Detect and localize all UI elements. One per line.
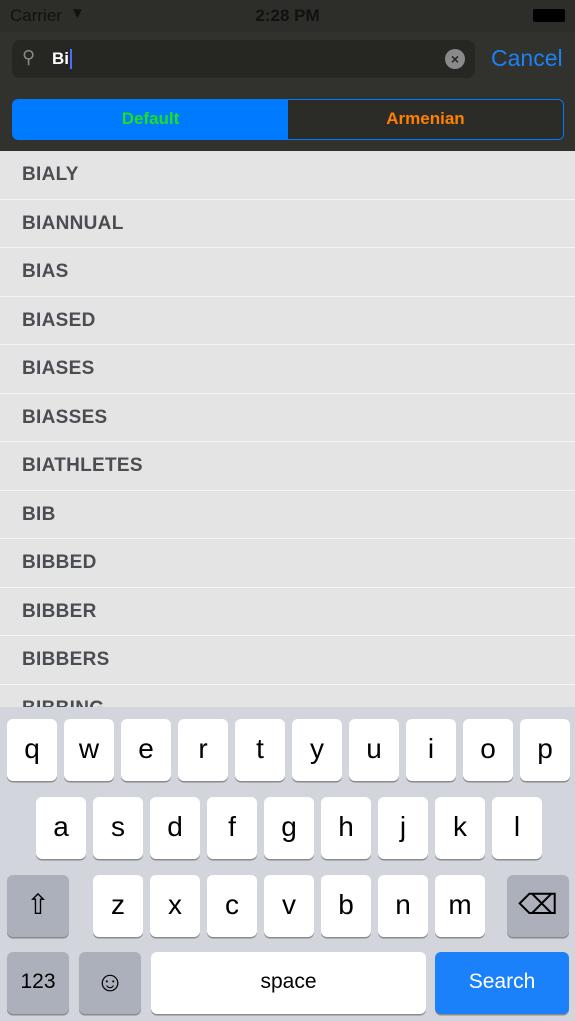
list-item[interactable]: BIBBING xyxy=(0,685,575,709)
key-b[interactable]: b xyxy=(321,875,371,937)
shift-key[interactable]: ⇧ xyxy=(7,875,69,937)
key-w[interactable]: w xyxy=(64,719,114,781)
list-item[interactable]: BIALY xyxy=(0,151,575,200)
key-r[interactable]: r xyxy=(178,719,228,781)
key-t[interactable]: t xyxy=(235,719,285,781)
key-f[interactable]: f xyxy=(207,797,257,859)
status-bar: Carrier ▼ 2:28 PM xyxy=(0,0,575,32)
key-o[interactable]: o xyxy=(463,719,513,781)
key-h[interactable]: h xyxy=(321,797,371,859)
header: Carrier ▼ 2:28 PM ⚲ Bi × Cancel Default … xyxy=(0,0,575,151)
key-e[interactable]: e xyxy=(121,719,171,781)
cancel-button[interactable]: Cancel xyxy=(491,45,563,72)
key-d[interactable]: d xyxy=(150,797,200,859)
clear-icon[interactable]: × xyxy=(445,49,465,69)
key-m[interactable]: m xyxy=(435,875,485,937)
emoji-icon: ☺ xyxy=(95,966,125,997)
search-query[interactable]: Bi xyxy=(52,49,72,69)
list-item[interactable]: BIBBED xyxy=(0,539,575,588)
key-p[interactable]: p xyxy=(520,719,570,781)
scope-segmented-control[interactable]: Default Armenian xyxy=(12,99,564,140)
key-z[interactable]: z xyxy=(93,875,143,937)
key-x[interactable]: x xyxy=(150,875,200,937)
key-u[interactable]: u xyxy=(349,719,399,781)
key-q[interactable]: q xyxy=(7,719,57,781)
space-key[interactable]: space xyxy=(151,952,426,1014)
shift-icon: ⇧ xyxy=(26,889,50,920)
list-item[interactable]: BIBBERS xyxy=(0,636,575,685)
backspace-icon: ⌫ xyxy=(518,889,558,920)
segment-armenian[interactable]: Armenian xyxy=(288,100,563,139)
keyboard: q w e r t y u i o p a s d f g h j k l z x c v b n m ⇧ ⌫ 123 ☺ space Sea… xyxy=(0,707,575,1021)
battery-icon xyxy=(533,9,565,22)
search-input[interactable]: ⚲ Bi × xyxy=(12,40,475,78)
emoji-key[interactable]: ☺ xyxy=(79,952,141,1014)
key-a[interactable]: a xyxy=(36,797,86,859)
list-item[interactable]: BIASED xyxy=(0,297,575,345)
list-item[interactable]: BIAS xyxy=(0,248,575,297)
key-y[interactable]: y xyxy=(292,719,342,781)
key-i[interactable]: i xyxy=(406,719,456,781)
results-list[interactable]: BIALY BIANNUAL BIAS BIASED BIASES BIASSES BIAT… xyxy=(0,151,575,708)
key-s[interactable]: s xyxy=(93,797,143,859)
key-j[interactable]: j xyxy=(378,797,428,859)
clock: 2:28 PM xyxy=(255,6,320,25)
list-item[interactable]: BIBBER xyxy=(0,588,575,636)
key-c[interactable]: c xyxy=(207,875,257,937)
numbers-key[interactable]: 123 xyxy=(7,952,69,1014)
list-item[interactable]: BIASES xyxy=(0,345,575,394)
segment-default[interactable]: Default xyxy=(13,100,288,139)
key-k[interactable]: k xyxy=(435,797,485,859)
key-n[interactable]: n xyxy=(378,875,428,937)
key-v[interactable]: v xyxy=(264,875,314,937)
backspace-key[interactable]: ⌫ xyxy=(507,875,569,937)
list-item[interactable]: BIANNUAL xyxy=(0,200,575,248)
key-l[interactable]: l xyxy=(492,797,542,859)
list-item[interactable]: BIB xyxy=(0,491,575,539)
list-item[interactable]: BIATHLETES xyxy=(0,442,575,491)
search-key[interactable]: Search xyxy=(435,952,569,1014)
key-g[interactable]: g xyxy=(264,797,314,859)
list-item[interactable]: BIASSES xyxy=(0,394,575,442)
search-icon: ⚲ xyxy=(22,47,36,67)
